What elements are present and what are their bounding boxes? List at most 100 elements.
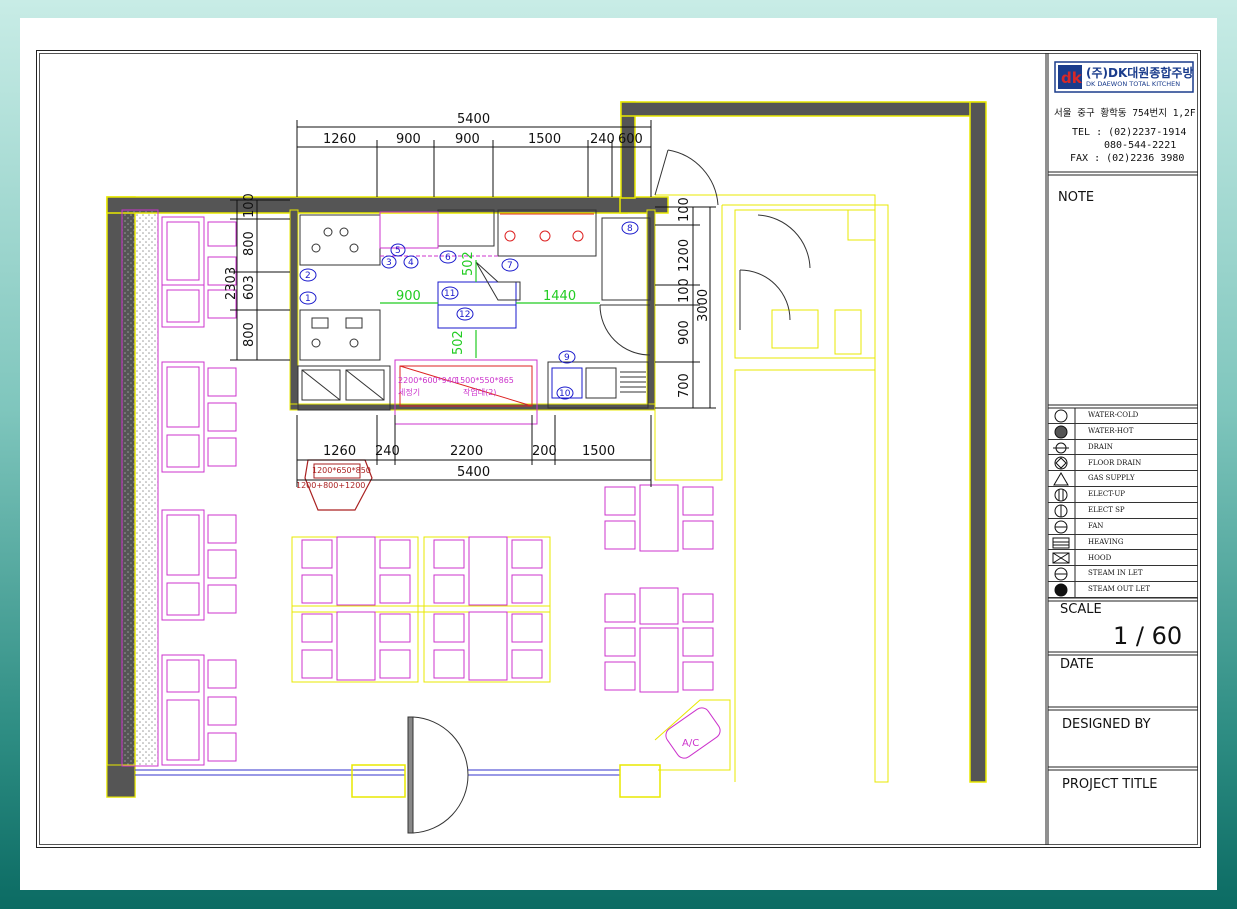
svg-text:9: 9 (564, 353, 570, 363)
legend-label: FLOOR DRAIN (1088, 458, 1142, 467)
svg-text:3000: 3000 (696, 289, 711, 322)
svg-text:5400: 5400 (457, 112, 490, 127)
svg-text:세정기: 세정기 (398, 387, 420, 397)
legend-row: HOOD (1048, 551, 1198, 567)
legend-label: DRAIN (1088, 442, 1113, 451)
fan-icon (1048, 519, 1075, 535)
svg-text:5: 5 (395, 246, 401, 256)
company-name: (주)DK대원종합주방 (1086, 66, 1194, 80)
svg-text:900: 900 (396, 132, 421, 147)
floor-drain-icon (1048, 456, 1075, 472)
svg-text:1500*550*865: 1500*550*865 (455, 376, 514, 385)
company-sub: DK DAEWON TOTAL KITCHEN (1086, 80, 1181, 88)
svg-text:100: 100 (677, 197, 692, 222)
svg-text:100: 100 (242, 193, 257, 218)
svg-text:7: 7 (507, 261, 513, 271)
svg-text:1: 1 (305, 294, 311, 304)
elect-sp-icon (1048, 503, 1075, 519)
dim-900-green: 900 (396, 289, 421, 304)
legend-row: DRAIN (1048, 440, 1198, 456)
svg-text:12: 12 (459, 310, 470, 320)
svg-text:240: 240 (375, 444, 400, 459)
legend-row: STEAM IN LET (1048, 566, 1198, 583)
legend-row: ELECT SP (1048, 503, 1198, 519)
legend-label: WATER-HOT (1088, 426, 1134, 435)
ac-unit (665, 707, 721, 759)
svg-text:1500: 1500 (528, 132, 561, 147)
storefront-glass (135, 764, 661, 798)
svg-text:2: 2 (305, 271, 311, 281)
drain-icon (1048, 440, 1075, 456)
elect-up-icon (1048, 487, 1075, 503)
company-tel: TEL : (02)2237-1914 (1072, 127, 1187, 138)
dim-1440-green: 1440 (543, 289, 576, 304)
hood-icon (1048, 551, 1075, 567)
legend-row: WATER-HOT (1048, 424, 1198, 440)
svg-text:700: 700 (677, 373, 692, 398)
legend: WATER-COLD WATER-HOT DRAIN FLOOR DRAIN GAS S… (1048, 408, 1198, 598)
svg-text:2200: 2200 (450, 444, 483, 459)
svg-text:dk: dk (1061, 69, 1083, 87)
svg-text:8: 8 (627, 224, 633, 234)
dim-502-b: 502 (451, 330, 466, 355)
legend-label: STEAM OUT LET (1088, 585, 1150, 594)
svg-text:1200: 1200 (677, 239, 692, 272)
svg-text:1260: 1260 (323, 132, 356, 147)
legend-label: GAS SUPPLY (1088, 474, 1135, 483)
svg-text:200: 200 (532, 444, 557, 459)
steam-in-icon (1048, 566, 1075, 582)
svg-text:900: 900 (455, 132, 480, 147)
right-tables (604, 484, 714, 693)
legend-label: WATER-COLD (1088, 411, 1139, 419)
legend-row: GAS SUPPLY (1048, 471, 1198, 488)
circle-icon (1048, 408, 1075, 424)
legend-label: HOOD (1088, 553, 1112, 562)
triangle-icon (1048, 471, 1075, 487)
svg-text:603: 603 (242, 275, 257, 300)
svg-text:800: 800 (242, 231, 257, 256)
svg-text:5400: 5400 (457, 465, 490, 480)
svg-text:4: 4 (408, 258, 414, 268)
svg-text:10: 10 (559, 389, 571, 399)
ac-label: A/C (682, 738, 699, 749)
legend-row: WATER-COLD (1048, 408, 1198, 424)
svg-text:100: 100 (677, 278, 692, 303)
scale-label: SCALE (1060, 602, 1102, 617)
svg-text:1200*650*850: 1200*650*850 (312, 466, 371, 475)
legend-label: HEAVING (1088, 537, 1124, 546)
hatched-rect-icon (1048, 535, 1075, 551)
legend-row: STEAM OUT LET (1048, 582, 1198, 598)
svg-text:240: 240 (590, 132, 615, 147)
svg-text:800: 800 (242, 322, 257, 347)
svg-text:작업대(2): 작업대(2) (463, 387, 496, 397)
legend-row: FLOOR DRAIN (1048, 456, 1198, 472)
company-fax: FAX : (02)2236 3980 (1070, 153, 1185, 164)
legend-row: HEAVING (1048, 535, 1198, 551)
hatched-circle-icon (1048, 424, 1075, 440)
svg-text:900: 900 (677, 320, 692, 345)
svg-text:600: 600 (618, 132, 643, 147)
legend-label: STEAM IN LET (1088, 569, 1143, 578)
legend-row: ELECT-UP (1048, 487, 1198, 503)
scale-value: 1 / 60 (1113, 622, 1183, 650)
legend-row: FAN (1048, 519, 1198, 535)
svg-text:2200*600*940: 2200*600*940 (398, 376, 457, 385)
note-label: NOTE (1058, 190, 1095, 205)
date-label: DATE (1060, 657, 1094, 672)
company-tel2: 080-544-2221 (1104, 140, 1177, 151)
svg-text:1200+800+1200: 1200+800+1200 (296, 481, 365, 490)
legend-label: ELECT SP (1088, 506, 1125, 514)
svg-text:3: 3 (386, 258, 392, 268)
svg-text:11: 11 (444, 289, 455, 299)
dim-502-a: 502 (461, 251, 476, 276)
svg-text:1260: 1260 (323, 444, 356, 459)
svg-text:1500: 1500 (582, 444, 615, 459)
svg-text:6: 6 (445, 253, 451, 263)
kitchen-doors (599, 149, 719, 356)
steam-out-icon (1048, 582, 1075, 598)
legend-label: FAN (1088, 521, 1104, 530)
center-tables (291, 536, 551, 683)
project-title-label: PROJECT TITLE (1062, 777, 1158, 792)
entrance-door (407, 716, 469, 834)
dimension-lines (230, 120, 716, 487)
